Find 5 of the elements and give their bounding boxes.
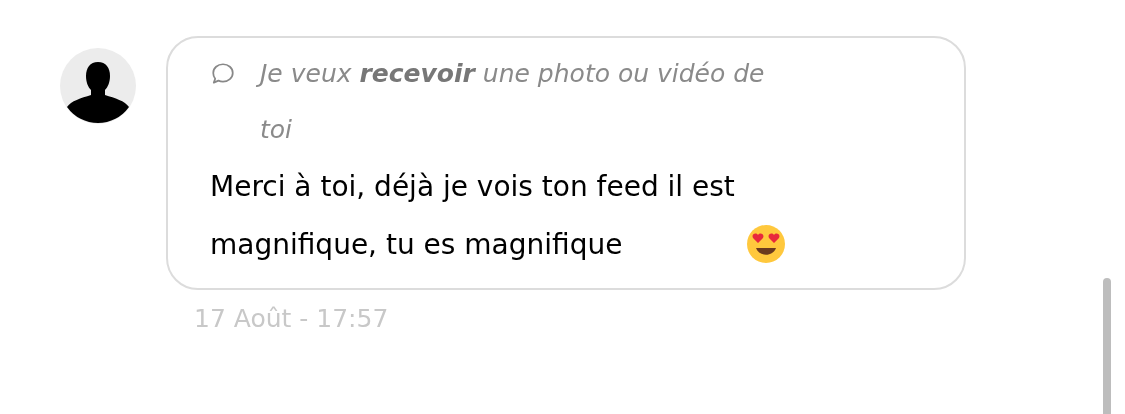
heart-eyes-smiley-icon bbox=[746, 224, 786, 264]
avatar-icon bbox=[60, 48, 136, 124]
message-text: Merci à toi, déjà je vois ton feed il est magnifique, tu es magnifique bbox=[210, 169, 736, 263]
quoted-text: Je veux recevoir une photo ou vidéo de toi bbox=[254, 46, 798, 158]
scrollbar[interactable] bbox=[1103, 278, 1111, 414]
